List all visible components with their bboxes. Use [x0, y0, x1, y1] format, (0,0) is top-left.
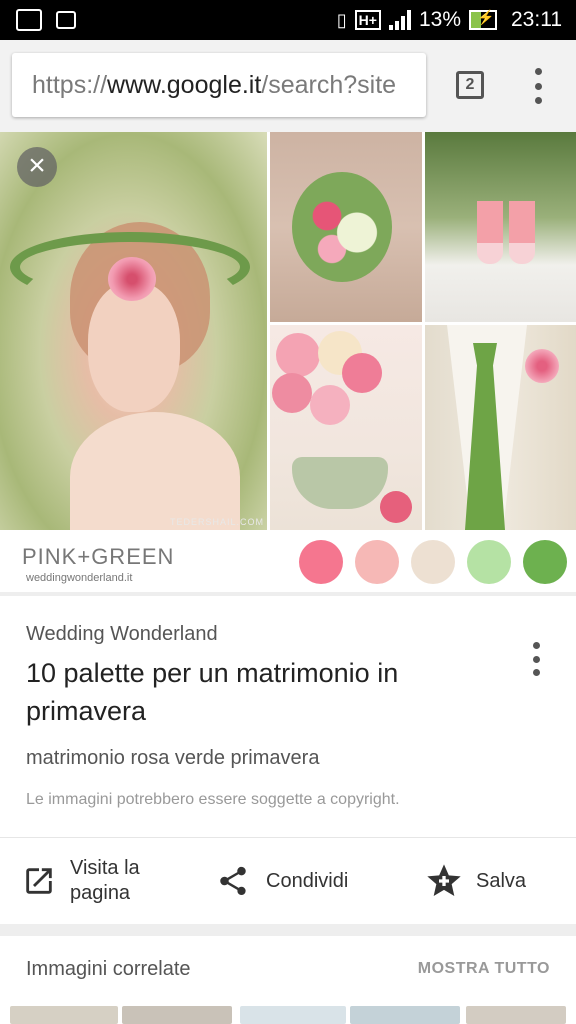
champagne-glasses-photo	[425, 132, 576, 322]
related-images-title: Immagini correlate	[26, 958, 191, 980]
preview-image[interactable]: × TEDERSHAIL.COM	[0, 132, 576, 530]
share-button[interactable]: Condividi	[216, 838, 348, 924]
action-bar: Visita la pagina Condividi Salva	[0, 838, 576, 924]
battery-charging-icon	[469, 9, 497, 30]
address-bar[interactable]: https://www.google.it/search?site	[12, 53, 426, 117]
copyright-notice: Le immagini potrebbero essere soggette a…	[26, 791, 400, 808]
result-title[interactable]: 10 palette per un matrimonio in primaver…	[26, 654, 496, 730]
gallery-notification-icon	[56, 11, 76, 29]
source-site[interactable]: Wedding Wonderland	[26, 623, 218, 646]
more-options-button[interactable]	[528, 642, 544, 676]
color-swatch	[467, 540, 511, 584]
bouquet-photo	[270, 132, 422, 322]
url-scheme: https://	[32, 71, 108, 99]
url-path: /search?site	[261, 71, 397, 99]
close-button[interactable]: ×	[17, 147, 57, 187]
search-query: matrimonio rosa verde primavera	[26, 747, 320, 769]
bride-photo	[0, 132, 267, 530]
image-info-card: Wedding Wonderland 10 palette per un mat…	[0, 596, 576, 838]
visit-page-button[interactable]: Visita la pagina	[22, 838, 170, 924]
related-thumbnail[interactable]	[10, 1006, 118, 1024]
related-thumbnail[interactable]	[122, 1006, 232, 1024]
open-external-icon	[26, 868, 52, 894]
browser-menu-button[interactable]	[528, 68, 548, 104]
color-swatch	[523, 540, 567, 584]
share-label: Condividi	[266, 869, 349, 892]
battery-level: 13%	[418, 8, 461, 31]
save-button[interactable]: Salva	[424, 838, 526, 924]
signal-icon	[388, 10, 411, 30]
notification-icon	[16, 9, 42, 31]
clock: 23:11	[511, 8, 562, 31]
visit-page-label: Visita la pagina	[70, 857, 140, 904]
palette-brand-url: weddingwonderland.it	[26, 572, 133, 584]
groom-suit-photo	[425, 325, 576, 530]
show-all-button[interactable]: MOSTRA TUTTO	[418, 960, 550, 978]
browser-toolbar: https://www.google.it/search?site 2	[0, 40, 576, 132]
status-bar: ▯ H+ 13% 23:11	[0, 0, 576, 40]
related-thumbnail[interactable]	[240, 1006, 346, 1024]
share-icon	[220, 866, 246, 896]
color-swatch	[411, 540, 455, 584]
image-watermark: TEDERSHAIL.COM	[170, 517, 265, 527]
network-type: H+	[354, 10, 381, 30]
save-label: Salva	[476, 869, 527, 892]
palette-strip: PINK+GREEN weddingwonderland.it	[0, 530, 576, 592]
tab-switcher-button[interactable]: 2	[456, 71, 484, 99]
vibrate-icon: ▯	[336, 9, 347, 30]
related-thumbnail[interactable]	[466, 1006, 566, 1024]
related-thumbnail[interactable]	[350, 1006, 460, 1024]
related-images-card: Immagini correlate MOSTRA TUTTO	[0, 936, 576, 1024]
color-swatch	[355, 540, 399, 584]
url-host: www.google.it	[107, 71, 262, 99]
palette-brand: PINK+GREEN	[22, 544, 175, 569]
star-add-icon	[427, 864, 461, 896]
color-swatch	[299, 540, 343, 584]
ranunculus-photo	[270, 325, 422, 530]
